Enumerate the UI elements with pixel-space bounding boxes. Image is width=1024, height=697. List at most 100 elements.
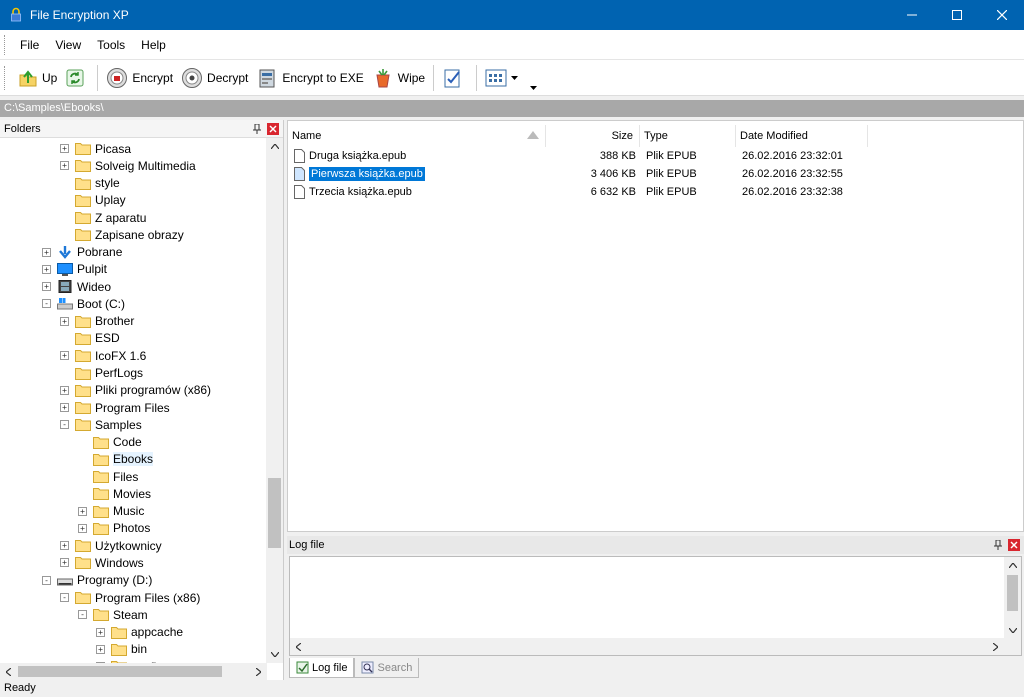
expand-toggle[interactable]: + (60, 161, 69, 171)
log-horizontal-scrollbar[interactable] (290, 638, 1021, 655)
scroll-left-arrow-icon[interactable] (290, 638, 307, 655)
collapse-toggle[interactable]: - (60, 420, 69, 430)
tree-item[interactable]: + Program Files (60, 399, 170, 416)
folder-icon (93, 488, 109, 501)
minimize-button[interactable] (889, 0, 934, 30)
collapse-toggle[interactable]: - (42, 575, 51, 585)
tree-item[interactable]: ESD (60, 330, 120, 347)
tree-item[interactable]: style (60, 175, 120, 192)
collapse-toggle[interactable]: - (60, 593, 69, 603)
tree-horizontal-scrollbar[interactable] (0, 663, 267, 680)
scroll-down-arrow-icon[interactable] (1004, 622, 1021, 639)
wipe-button[interactable]: Wipe (368, 64, 429, 92)
log-vertical-scrollbar[interactable] (1004, 557, 1021, 639)
tree-item[interactable]: + Photos (78, 520, 150, 537)
tree-item[interactable]: + appcache (96, 624, 183, 641)
tree-item[interactable]: - Program Files (x86) (60, 589, 200, 606)
tree-item[interactable]: + Użytkownicy (60, 537, 162, 554)
column-header-size[interactable]: Size (546, 125, 640, 147)
scroll-up-arrow-icon[interactable] (266, 138, 283, 155)
scroll-down-arrow-icon[interactable] (266, 646, 283, 663)
collapse-toggle[interactable]: - (78, 610, 87, 620)
maximize-button[interactable] (934, 0, 979, 30)
tree-item[interactable]: Zapisane obrazy (60, 226, 184, 243)
verify-button[interactable] (438, 64, 472, 92)
tree-item[interactable]: + IcoFX 1.6 (60, 347, 146, 364)
tree-vertical-scrollbar[interactable] (266, 138, 283, 663)
toolbar-overflow-button[interactable] (526, 81, 545, 95)
expand-toggle[interactable]: + (60, 558, 69, 568)
tree-item[interactable]: + Music (78, 503, 144, 520)
tree-item[interactable]: Z aparatu (60, 209, 146, 226)
scroll-right-arrow-icon[interactable] (250, 663, 267, 680)
expand-toggle[interactable]: + (60, 385, 69, 395)
encrypt-to-exe-button[interactable]: Encrypt to EXE (252, 64, 367, 92)
pin-icon (253, 123, 261, 134)
tree-item[interactable]: + Wideo (42, 278, 111, 295)
close-log-panel-button[interactable] (1008, 539, 1020, 551)
expand-toggle[interactable]: + (60, 144, 69, 153)
tree-item[interactable]: + Brother (60, 313, 134, 330)
expand-toggle[interactable]: + (78, 523, 87, 533)
close-folders-panel-button[interactable] (267, 122, 279, 135)
menu-grip[interactable] (4, 34, 8, 55)
scrollbar-thumb[interactable] (268, 478, 281, 548)
file-row[interactable]: Pierwsza książka.epub 3 406 KB Plik EPUB 26… (288, 165, 1024, 183)
expand-toggle[interactable]: + (78, 506, 87, 516)
scroll-right-arrow-icon[interactable] (987, 638, 1004, 655)
tree-item[interactable]: Files (78, 468, 138, 485)
view-mode-dropdown[interactable] (481, 64, 526, 92)
expand-toggle[interactable]: + (60, 351, 69, 361)
expand-toggle[interactable]: + (42, 247, 51, 257)
close-button[interactable] (979, 0, 1024, 30)
up-button[interactable]: Up (14, 64, 61, 92)
file-row[interactable]: Trzecia książka.epub 6 632 KB Plik EPUB 26.… (288, 183, 1024, 201)
tree-item[interactable]: Movies (78, 485, 151, 502)
tree-item[interactable]: + Pliki programów (x86) (60, 382, 211, 399)
pin-button[interactable] (251, 123, 263, 135)
scroll-up-arrow-icon[interactable] (1004, 557, 1021, 574)
expand-toggle[interactable]: + (96, 627, 105, 637)
column-header-date[interactable]: Date Modified (736, 125, 868, 147)
tree-item[interactable]: + Windows (60, 554, 144, 571)
tree-item[interactable]: Code (78, 434, 142, 451)
tree-item[interactable]: - Steam (78, 606, 148, 623)
tree-item[interactable]: - Programy (D:) (42, 572, 152, 589)
tree-item[interactable]: - Boot (C:) (42, 295, 125, 312)
file-row[interactable]: Druga książka.epub 388 KB Plik EPUB 26.02.2… (288, 147, 1024, 165)
expand-toggle[interactable]: + (60, 403, 69, 413)
menu-view[interactable]: View (47, 38, 89, 52)
column-header-type[interactable]: Type (640, 125, 736, 147)
tab-search[interactable]: Search (354, 658, 420, 678)
tree-item[interactable]: + Pulpit (42, 261, 107, 278)
scrollbar-thumb[interactable] (1007, 575, 1018, 611)
tree-item[interactable]: + Pobrane (42, 244, 122, 261)
menu-file[interactable]: File (12, 38, 47, 52)
expand-toggle[interactable]: + (42, 282, 51, 292)
collapse-toggle[interactable]: - (42, 299, 51, 309)
expand-toggle[interactable]: + (96, 644, 105, 654)
tree-item[interactable]: + bin (96, 641, 147, 658)
encrypt-button[interactable]: Encrypt (102, 64, 177, 92)
tree-item[interactable]: Uplay (60, 192, 126, 209)
expand-toggle[interactable]: + (60, 541, 69, 551)
log-text-area[interactable] (289, 556, 1022, 656)
scrollbar-thumb[interactable] (18, 666, 222, 677)
tree-item[interactable]: PerfLogs (60, 365, 143, 382)
tree-item[interactable]: - Samples (60, 416, 142, 433)
toolbar-grip[interactable] (4, 65, 8, 90)
tree-item[interactable]: + Picasa (60, 140, 131, 157)
menu-help[interactable]: Help (133, 38, 174, 52)
expand-toggle[interactable]: + (42, 264, 51, 274)
tree-item[interactable]: Ebooks (78, 451, 154, 468)
desktop-icon (57, 262, 73, 276)
pin-button[interactable] (992, 539, 1004, 551)
decrypt-button[interactable]: Decrypt (177, 64, 252, 92)
tree-item[interactable]: + Solveig Multimedia (60, 157, 196, 174)
scroll-left-arrow-icon[interactable] (0, 663, 17, 680)
refresh-button[interactable] (61, 64, 93, 92)
tab-log-file[interactable]: Log file (289, 658, 355, 678)
expand-toggle[interactable]: + (60, 316, 69, 326)
column-header-name[interactable]: Name (288, 125, 546, 147)
menu-tools[interactable]: Tools (89, 38, 133, 52)
